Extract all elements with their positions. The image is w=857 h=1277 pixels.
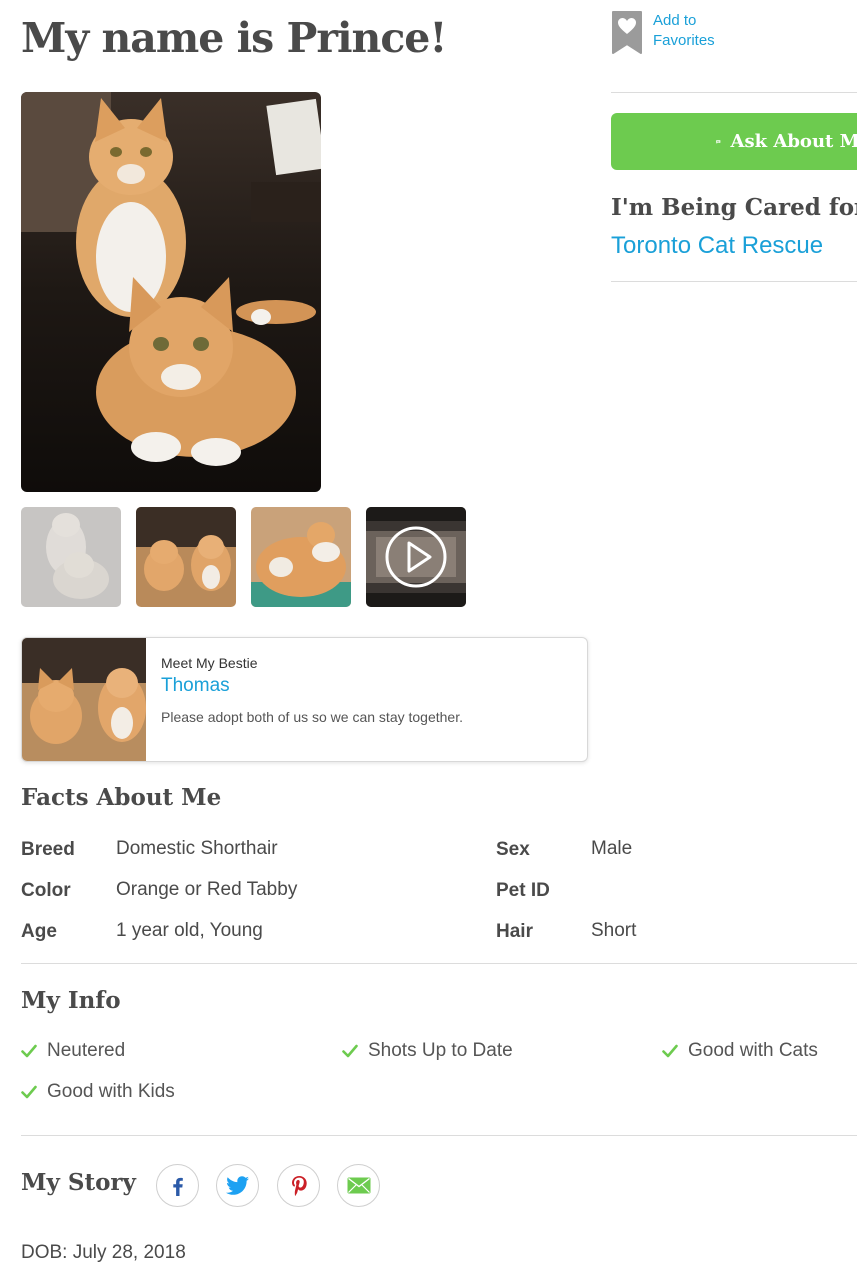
add-to-favorites-button[interactable]: Add to Favorites <box>611 10 733 55</box>
info-item-label: Shots Up to Date <box>368 1040 513 1061</box>
story-heading: My Story <box>21 1169 136 1196</box>
gallery-thumb-1[interactable] <box>21 507 121 607</box>
fact-label-breed: Breed <box>21 839 75 860</box>
info-item-neutered: Neutered <box>21 1040 125 1062</box>
check-icon <box>342 1044 358 1058</box>
rescue-org-link[interactable]: Toronto Cat Rescue <box>611 232 823 260</box>
fact-value-hair: Short <box>591 920 637 941</box>
play-icon <box>385 526 447 588</box>
info-item-label: Neutered <box>47 1040 126 1061</box>
gallery-video-thumb[interactable] <box>366 507 466 607</box>
ask-about-me-button[interactable]: Ask About Me <box>611 113 857 170</box>
chat-bubble-icon <box>716 139 721 144</box>
fact-label-age: Age <box>21 921 57 942</box>
twitter-icon <box>225 1175 249 1195</box>
bestie-photo <box>22 638 146 761</box>
bestie-kicker: Meet My Bestie <box>161 655 258 671</box>
check-icon <box>21 1085 37 1099</box>
fact-value-age: 1 year old, Young <box>116 920 263 941</box>
bestie-description: Please adopt both of us so we can stay t… <box>161 709 463 725</box>
cared-for-heading: I'm Being Cared for by <box>611 194 857 221</box>
fact-label-sex: Sex <box>496 839 530 860</box>
page-title: My name is Prince! <box>21 14 447 62</box>
info-item-shots: Shots Up to Date <box>342 1040 513 1062</box>
sidebar-divider-top <box>611 92 857 93</box>
facebook-icon <box>172 1177 183 1196</box>
main-pet-photo[interactable] <box>21 92 321 492</box>
favorites-label: Add to Favorites <box>653 11 733 51</box>
check-icon <box>662 1044 678 1058</box>
info-item-good-with-kids: Good with Kids <box>21 1081 175 1103</box>
thumb-image-3 <box>251 507 351 607</box>
facts-heading: Facts About Me <box>21 784 222 811</box>
gallery-thumb-2[interactable] <box>136 507 236 607</box>
fact-label-pet-id: Pet ID <box>496 880 550 901</box>
sidebar-divider-bottom <box>611 281 857 282</box>
cat-photo-image <box>21 92 321 492</box>
check-icon <box>21 1044 37 1058</box>
info-item-good-with-cats: Good with Cats <box>662 1040 818 1062</box>
fact-value-breed: Domestic Shorthair <box>116 838 278 859</box>
fact-label-hair: Hair <box>496 921 533 942</box>
fact-value-color: Orange or Red Tabby <box>116 879 298 900</box>
thumb-image-2 <box>136 507 236 607</box>
favorites-label-line2: Favorites <box>653 32 715 49</box>
favorites-label-line1: Add to <box>653 12 697 29</box>
bookmark-heart-icon <box>612 11 642 54</box>
share-email-button[interactable] <box>337 1164 380 1207</box>
bestie-name-link[interactable]: Thomas <box>161 675 230 697</box>
info-divider <box>21 1135 857 1136</box>
share-pinterest-button[interactable] <box>277 1164 320 1207</box>
bestie-card[interactable]: Meet My Bestie Thomas Please adopt both … <box>21 637 588 762</box>
pinterest-icon <box>291 1175 307 1196</box>
facts-divider <box>21 963 857 964</box>
dob-text: DOB: July 28, 2018 <box>21 1242 186 1263</box>
info-item-label: Good with Kids <box>47 1081 175 1102</box>
email-icon <box>347 1177 370 1194</box>
thumb-image-1 <box>21 507 121 607</box>
gallery-thumb-3[interactable] <box>251 507 351 607</box>
fact-value-sex: Male <box>591 838 633 859</box>
info-item-label: Good with Cats <box>688 1040 818 1061</box>
share-twitter-button[interactable] <box>216 1164 259 1207</box>
ask-about-me-label: Ask About Me <box>730 131 857 152</box>
share-facebook-button[interactable] <box>156 1164 199 1207</box>
fact-label-color: Color <box>21 880 71 901</box>
info-heading: My Info <box>21 987 121 1014</box>
